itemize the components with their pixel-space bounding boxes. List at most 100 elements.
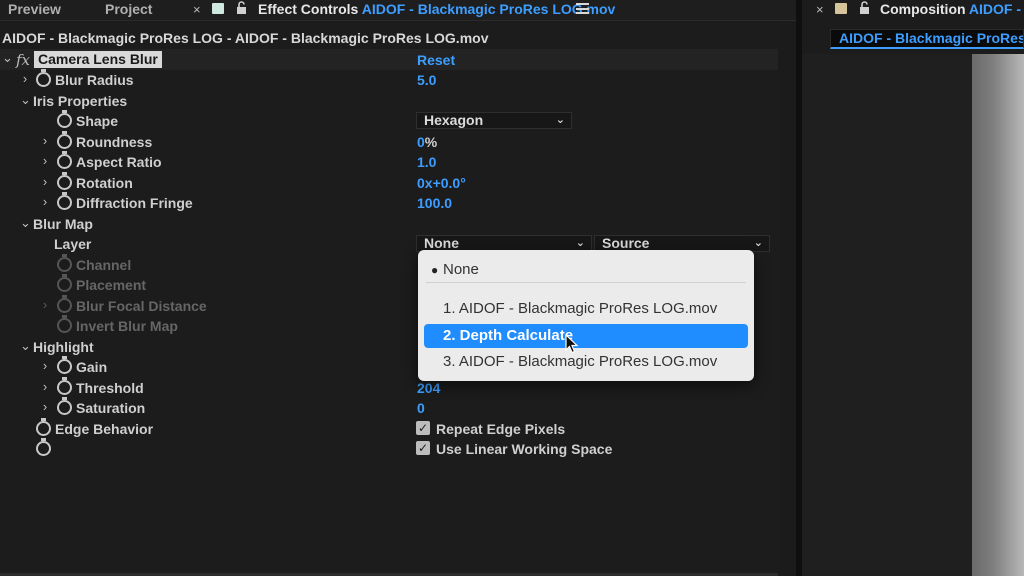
aspect-ratio-value[interactable]: 1.0: [417, 154, 436, 170]
property-label: Blur Focal Distance: [76, 298, 207, 314]
stopwatch-icon[interactable]: [57, 356, 72, 374]
tab-composition[interactable]: Composition AIDOF - Bla: [880, 0, 1024, 21]
chevron-down-icon[interactable]: ⌄: [20, 92, 31, 108]
stopwatch-icon[interactable]: [36, 69, 51, 87]
effect-header-row[interactable]: ⌄ fx Camera Lens Blur Reset: [0, 49, 778, 70]
menu-item-layer-1[interactable]: 1. AIDOF - Blackmagic ProRes LOG.mov: [424, 297, 748, 321]
chevron-right-icon[interactable]: ›: [20, 71, 30, 86]
stopwatch-icon[interactable]: [36, 438, 51, 456]
property-label: Saturation: [76, 400, 146, 416]
property-row-diffraction-fringe: › Diffraction Fringe 100.0: [0, 192, 778, 213]
blur-radius-value[interactable]: 5.0: [417, 72, 436, 88]
stopwatch-icon[interactable]: [57, 131, 72, 149]
property-label: Blur Radius: [55, 72, 134, 88]
menu-item-layer-2[interactable]: 2. Depth Calculate: [424, 324, 748, 348]
chevron-down-icon[interactable]: ⌄: [2, 50, 13, 66]
bullet-icon: ●: [431, 263, 439, 277]
stopwatch-icon[interactable]: [57, 397, 72, 415]
linear-working-space-checkbox[interactable]: ✓: [416, 441, 430, 455]
menu-separator: [426, 282, 746, 283]
group-row-blur-map[interactable]: ⌄ Blur Map: [0, 213, 778, 234]
repeat-edge-pixels-checkbox[interactable]: ✓: [416, 421, 430, 435]
group-row-iris-properties[interactable]: ⌄ Iris Properties: [0, 90, 778, 111]
effect-name[interactable]: Camera Lens Blur: [34, 51, 162, 68]
property-label: Diffraction Fringe: [76, 195, 193, 211]
stopwatch-icon[interactable]: [57, 192, 72, 210]
checkbox-label: Use Linear Working Space: [436, 441, 613, 457]
chevron-right-icon[interactable]: ›: [40, 174, 50, 189]
tab-preview[interactable]: Preview: [8, 0, 61, 21]
chevron-right-icon[interactable]: ›: [40, 194, 50, 209]
threshold-value[interactable]: 204: [417, 380, 440, 396]
stopwatch-icon[interactable]: [57, 151, 72, 169]
roundness-value[interactable]: 0%: [417, 134, 437, 150]
tab-project[interactable]: Project: [105, 0, 152, 21]
group-label: Blur Map: [33, 216, 93, 232]
close-tab-icon[interactable]: ×: [193, 2, 201, 17]
stopwatch-icon[interactable]: [36, 418, 51, 436]
close-tab-icon[interactable]: ×: [816, 2, 824, 17]
diffraction-fringe-value[interactable]: 100.0: [417, 195, 452, 211]
property-label: Placement: [76, 277, 147, 293]
viewer-background: [802, 54, 972, 576]
menu-item-layer-3[interactable]: 3. AIDOF - Blackmagic ProRes LOG.mov: [424, 350, 748, 374]
chevron-down-icon[interactable]: ⌄: [20, 215, 31, 231]
checkbox-label: Repeat Edge Pixels: [436, 421, 566, 437]
composition-tab-bar: × Composition AIDOF - Bla: [802, 0, 1024, 21]
property-row-edge-behavior: Edge Behavior ✓ Repeat Edge Pixels: [0, 418, 778, 439]
group-label: Highlight: [33, 339, 94, 355]
property-row-shape: Shape Hexagon ⌄: [0, 110, 778, 131]
composition-viewer[interactable]: [802, 54, 1024, 576]
shape-dropdown[interactable]: Hexagon ⌄: [416, 112, 572, 129]
chevron-right-icon[interactable]: ›: [40, 358, 50, 373]
hamburger-menu-icon[interactable]: [576, 3, 589, 14]
property-label: Edge Behavior: [55, 421, 154, 437]
viewer-image: [972, 54, 1024, 576]
reset-button[interactable]: Reset: [417, 52, 455, 68]
stopwatch-icon[interactable]: [57, 110, 72, 128]
composition-chip[interactable]: AIDOF - Blackmagic ProRes: [830, 29, 1024, 49]
property-label: Invert Blur Map: [76, 318, 178, 334]
property-row-rotation: › Rotation 0x+0.0°: [0, 172, 778, 193]
layer-popup-menu: ● None 1. AIDOF - Blackmagic ProRes LOG.…: [418, 250, 754, 381]
group-label: Iris Properties: [33, 93, 128, 109]
layer-title: AIDOF - Blackmagic ProRes LOG - AIDOF - …: [2, 30, 489, 46]
composition-color-icon: [835, 3, 847, 14]
property-row-blur-radius: › Blur Radius 5.0: [0, 69, 778, 90]
rotation-value[interactable]: 0x+0.0°: [417, 175, 466, 191]
chevron-right-icon[interactable]: ›: [40, 379, 50, 394]
chevron-right-icon[interactable]: ›: [40, 399, 50, 414]
stopwatch-icon[interactable]: [57, 172, 72, 190]
chevron-down-icon[interactable]: ⌄: [20, 338, 31, 354]
stopwatch-icon: [57, 315, 72, 333]
property-row-aspect-ratio: › Aspect Ratio 1.0: [0, 151, 778, 172]
property-label: Threshold: [76, 380, 144, 396]
property-label: Roundness: [76, 134, 153, 150]
chevron-right-icon: ›: [42, 297, 48, 312]
property-row-linear-working-space: ✓ Use Linear Working Space: [0, 438, 778, 459]
tab-effect-controls[interactable]: Effect Controls AIDOF - Blackmagic ProRe…: [258, 0, 615, 21]
lock-icon[interactable]: [236, 1, 247, 15]
property-label: Channel: [76, 257, 132, 273]
stopwatch-icon: [57, 295, 72, 313]
stopwatch-icon: [57, 254, 72, 272]
lock-icon[interactable]: [859, 1, 870, 15]
panel-tab-bar: Preview Project × Effect Controls AIDOF …: [0, 0, 800, 21]
saturation-value[interactable]: 0: [417, 400, 425, 416]
property-row-saturation: › Saturation 0: [0, 397, 778, 418]
property-label: Layer: [54, 236, 92, 252]
stopwatch-icon[interactable]: [57, 377, 72, 395]
fx-icon[interactable]: fx: [16, 51, 30, 69]
panel-color-icon: [212, 3, 224, 14]
composition-panel: × Composition AIDOF - Bla AIDOF - Blackm…: [802, 0, 1024, 576]
property-label: Aspect Ratio: [76, 154, 162, 170]
chevron-down-icon: ⌄: [753, 237, 763, 249]
menu-item-none[interactable]: ● None: [424, 258, 748, 282]
property-row-roundness: › Roundness 0%: [0, 131, 778, 152]
property-label: Rotation: [76, 175, 133, 191]
property-label: Shape: [76, 113, 119, 129]
chevron-down-icon: ⌄: [575, 237, 585, 249]
stopwatch-icon: [57, 274, 72, 292]
chevron-right-icon[interactable]: ›: [40, 153, 50, 168]
chevron-right-icon[interactable]: ›: [40, 133, 50, 148]
